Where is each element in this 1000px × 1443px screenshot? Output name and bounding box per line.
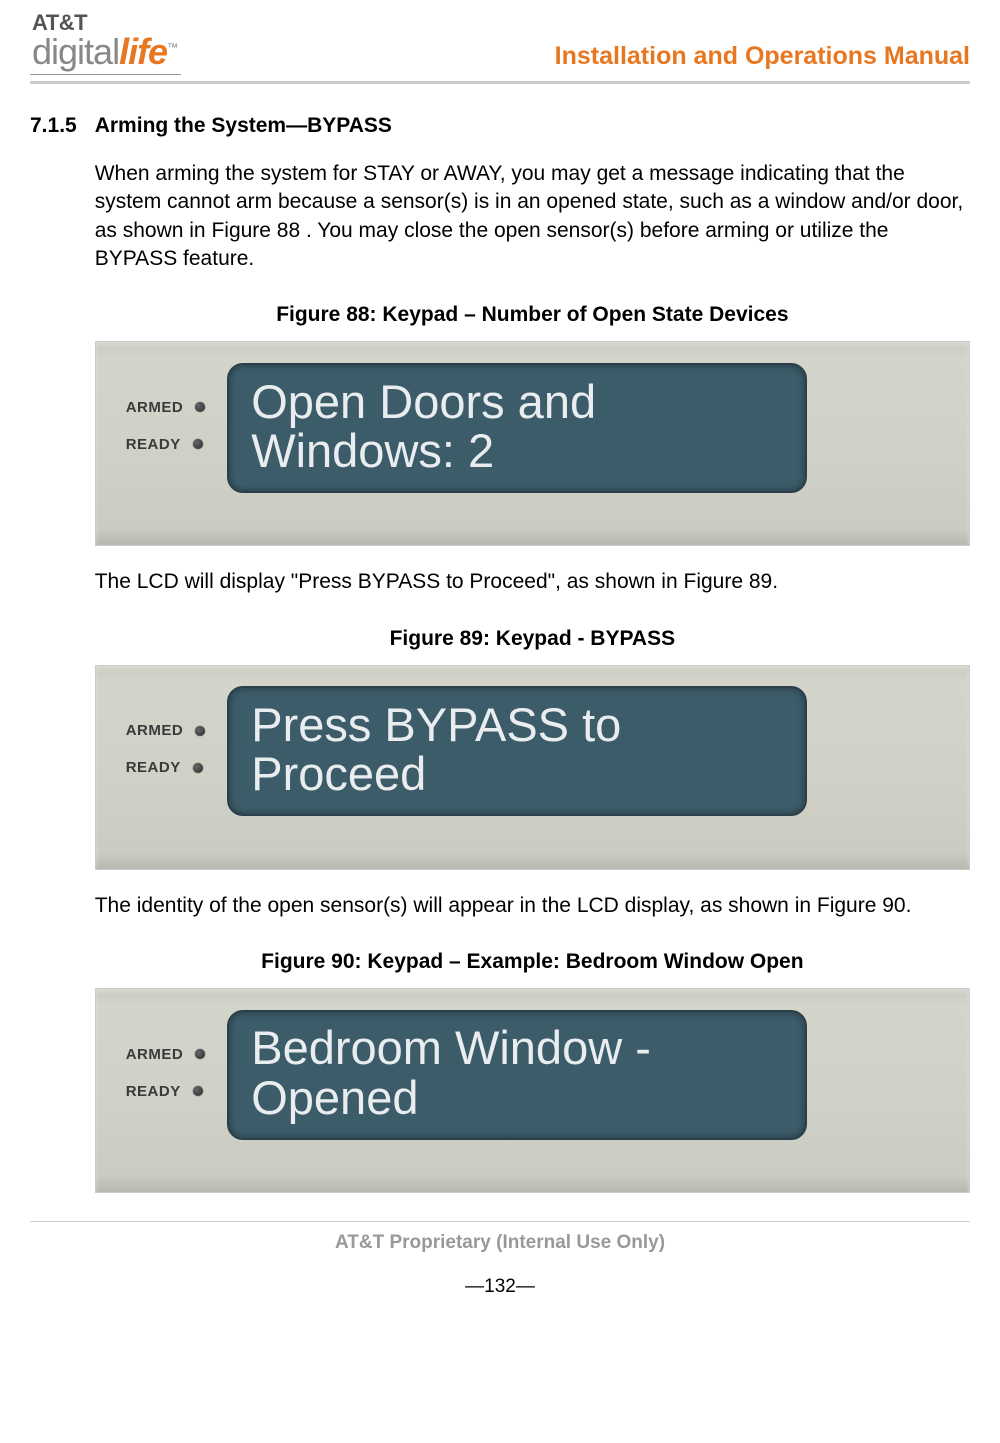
figure-90-caption: Figure 90: Keypad – Example: Bedroom Win… [95,950,970,974]
figure-89-caption: Figure 89: Keypad - BYPASS [95,627,970,651]
paragraph-2: The LCD will display "Press BYPASS to Pr… [95,568,970,596]
logo-line-2: digitallife™ [32,34,177,70]
armed-status: ARMED [126,399,206,416]
ready-led-icon [193,763,203,773]
paragraph-1: When arming the system for STAY or AWAY,… [95,160,970,273]
armed-led-icon [195,1049,205,1059]
section-7-1-5: 7.1.5 Arming the System—BYPASS When armi… [30,114,970,1215]
ready-status: READY [126,436,206,453]
page-number: —132— [30,1276,970,1298]
logo-word-life: life [119,31,167,72]
section-body: Arming the System—BYPASS When arming the… [95,114,970,1215]
armed-led-icon [195,402,205,412]
ready-status: READY [126,1083,206,1100]
ready-label: READY [126,436,181,453]
lcd-display: Open Doors and Windows: 2 [227,363,807,493]
brand-logo: AT&T digitallife™ [30,10,181,75]
manual-title: Installation and Operations Manual [555,42,970,75]
armed-label: ARMED [126,399,184,416]
ready-led-icon [193,1086,203,1096]
figure-90-keypad: ARMED READY Bedroom Window - Opened [95,988,970,1193]
status-column: ARMED READY [126,722,206,776]
armed-led-icon [195,726,205,736]
page-footer: AT&T Proprietary (Internal Use Only) [30,1221,970,1254]
lcd-display: Bedroom Window - Opened [227,1010,807,1140]
ready-led-icon [193,439,203,449]
paragraph-3: The identity of the open sensor(s) will … [95,892,970,920]
proprietary-notice: AT&T Proprietary (Internal Use Only) [30,1232,970,1254]
armed-label: ARMED [126,1046,184,1063]
status-column: ARMED READY [126,399,206,453]
section-number: 7.1.5 [30,114,77,1215]
section-title: Arming the System—BYPASS [95,114,970,138]
ready-label: READY [126,759,181,776]
armed-status: ARMED [126,722,206,739]
logo-trademark: ™ [167,42,177,54]
armed-status: ARMED [126,1046,206,1063]
page-header: AT&T digitallife™ Installation and Opera… [30,10,970,84]
figure-88-caption: Figure 88: Keypad – Number of Open State… [95,303,970,327]
status-column: ARMED READY [126,1046,206,1100]
armed-label: ARMED [126,722,184,739]
logo-word-digital: digital [32,31,119,72]
figure-89-keypad: ARMED READY Press BYPASS to Proceed [95,665,970,870]
ready-label: READY [126,1083,181,1100]
lcd-display: Press BYPASS to Proceed [227,686,807,816]
ready-status: READY [126,759,206,776]
figure-88-keypad: ARMED READY Open Doors and Windows: 2 [95,341,970,546]
